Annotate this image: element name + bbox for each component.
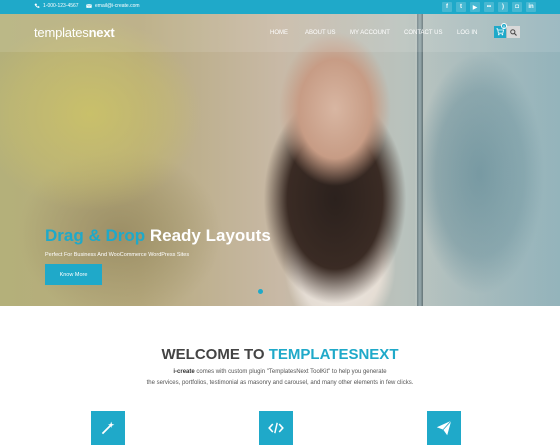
paper-plane-icon <box>436 420 452 436</box>
feature-box-design[interactable] <box>91 411 125 445</box>
twitter-icon[interactable]: t <box>456 2 466 12</box>
hero-headline-accent: Drag & Drop <box>45 226 146 245</box>
welcome-title-plain: WELCOME TO <box>161 346 265 363</box>
welcome-title-accent: TEMPLATESNEXT <box>268 346 399 363</box>
code-icon <box>268 422 284 434</box>
nav-about-us[interactable]: ABOUT US <box>305 30 336 36</box>
welcome-brand: i-create <box>173 369 195 375</box>
main-nav: HOME ABOUT US MY ACCOUNT CONTACT US LOG … <box>0 30 560 40</box>
search-icon <box>510 28 517 36</box>
hero-glass-reflection <box>415 14 560 306</box>
know-more-button[interactable]: Know More <box>45 264 102 285</box>
hero-slider: templatesnext HOME ABOUT US MY ACCOUNT C… <box>0 14 560 306</box>
instagram-icon[interactable]: ◘ <box>512 2 522 12</box>
email-contact[interactable]: email@i-create.com <box>86 3 140 9</box>
phone-number: 1-000-123-4567 <box>43 3 79 9</box>
feature-box-send[interactable] <box>427 411 461 445</box>
hero-headline-rest: Ready Layouts <box>149 226 271 245</box>
hero-glass-frame <box>417 14 423 306</box>
flickr-icon[interactable]: •• <box>484 2 494 12</box>
nav-my-account[interactable]: MY ACCOUNT <box>350 30 390 36</box>
nav-log-in[interactable]: LOG IN <box>457 30 477 36</box>
email-address: email@i-create.com <box>95 3 140 9</box>
cart-icon <box>496 28 504 36</box>
nav-contact-us[interactable]: CONTACT US <box>404 30 442 36</box>
phone-contact: 1-000-123-4567 <box>34 3 79 9</box>
hero-subline: Perfect For Business And WooCommerce Wor… <box>45 252 190 258</box>
feature-box-code[interactable] <box>259 411 293 445</box>
magic-wand-icon <box>101 421 115 435</box>
linkedin-icon[interactable]: in <box>526 2 536 12</box>
welcome-title: WELCOME TO TEMPLATESNEXT <box>0 346 560 363</box>
hero-headline: Drag & Drop Ready Layouts <box>45 226 271 246</box>
email-icon <box>86 3 92 9</box>
welcome-line-1: i-create comes with custom plugin "Templ… <box>0 369 560 375</box>
facebook-icon[interactable]: f <box>442 2 452 12</box>
rss-icon[interactable]: ) <box>498 2 508 12</box>
social-links: f t ▶ •• ) ◘ in <box>442 2 536 12</box>
phone-icon <box>34 3 40 9</box>
youtube-icon[interactable]: ▶ <box>470 2 480 12</box>
slider-dot-active[interactable] <box>258 289 263 294</box>
top-bar: 1-000-123-4567 email@i-create.com f t ▶ … <box>0 0 560 14</box>
search-button[interactable] <box>507 26 520 38</box>
welcome-line-1-text: comes with custom plugin "TemplatesNext … <box>196 369 387 375</box>
welcome-line-2: the services, portfolios, testimonial as… <box>146 380 414 386</box>
nav-home[interactable]: HOME <box>270 30 288 36</box>
